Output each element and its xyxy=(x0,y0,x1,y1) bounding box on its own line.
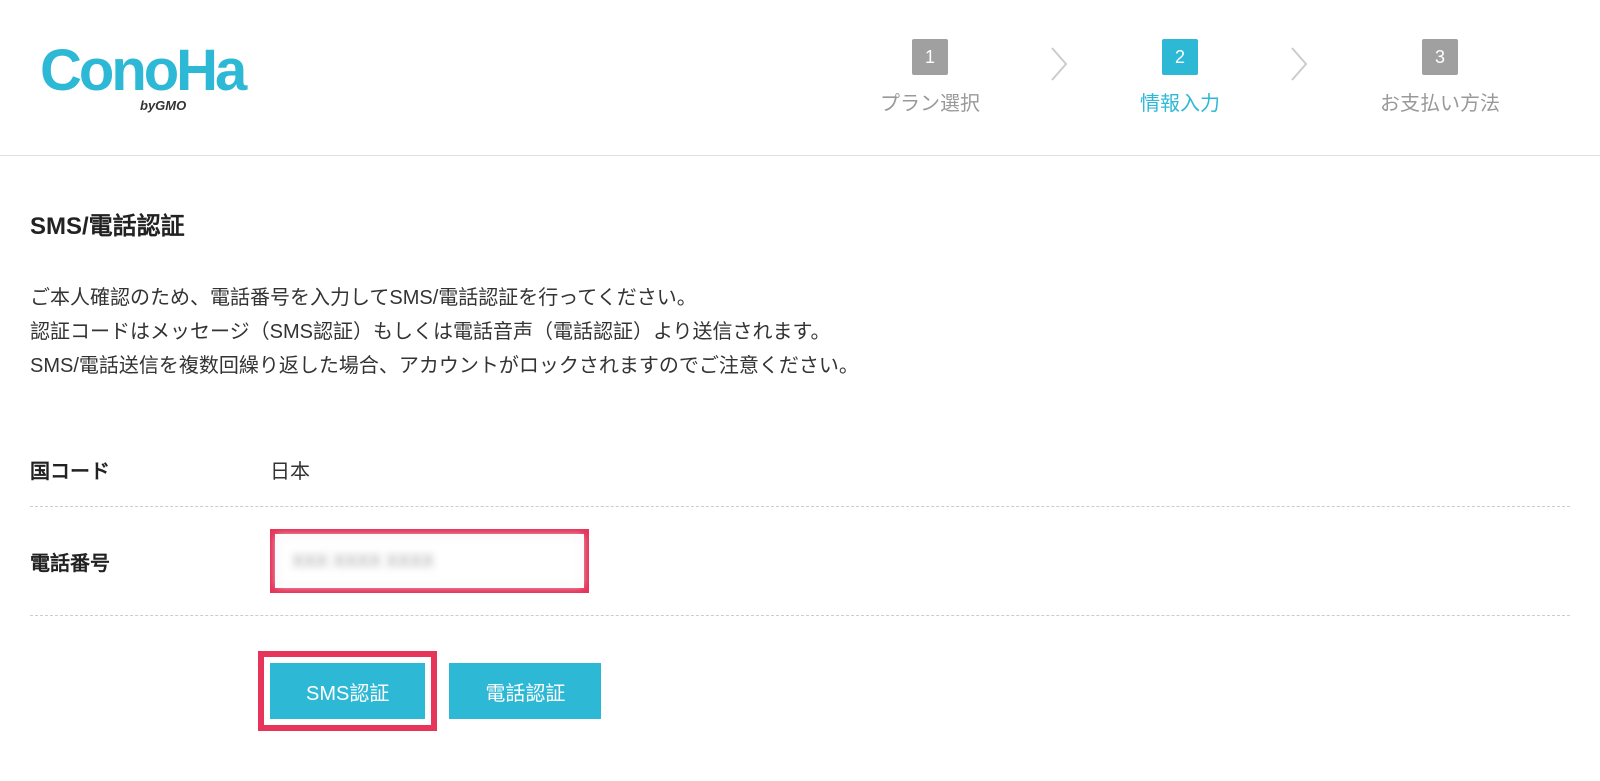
description-line-1: ご本人確認のため、電話番号を入力してSMS/電話認証を行ってください。 xyxy=(30,281,1570,315)
country-code-row: 国コード 日本 xyxy=(30,433,1570,507)
svg-text:byGMO: byGMO xyxy=(140,98,186,113)
country-code-value: 日本 xyxy=(270,455,310,484)
description-line-2: 認証コードはメッセージ（SMS認証）もしくは電話音声（電話認証）より送信されます… xyxy=(30,315,1570,349)
phone-number-row: 電話番号 xyxy=(30,507,1570,616)
svg-text:ConoHa: ConoHa xyxy=(40,38,248,103)
chevron-right-icon xyxy=(1050,46,1070,89)
step-3-number: 3 xyxy=(1422,39,1458,75)
sms-button-highlight: SMS認証 xyxy=(258,651,437,731)
step-2-label: 情報入力 xyxy=(1140,87,1220,116)
auth-buttons: SMS認証 電話認証 xyxy=(270,616,1570,731)
page-title: SMS/電話認証 xyxy=(30,206,1570,241)
main-content: SMS/電話認証 ご本人確認のため、電話番号を入力してSMS/電話認証を行ってく… xyxy=(0,156,1600,781)
sms-auth-button[interactable]: SMS認証 xyxy=(270,663,425,719)
logo[interactable]: ConoHa byGMO xyxy=(40,30,260,125)
page-description: ご本人確認のため、電話番号を入力してSMS/電話認証を行ってください。 認証コー… xyxy=(30,281,1570,383)
step-3-label: お支払い方法 xyxy=(1380,87,1500,116)
step-2: 2 情報入力 xyxy=(1140,39,1220,116)
country-code-label: 国コード xyxy=(30,455,270,484)
step-1: 1 プラン選択 xyxy=(880,39,980,116)
step-1-label: プラン選択 xyxy=(880,87,980,116)
chevron-right-icon xyxy=(1290,46,1310,89)
progress-steps: 1 プラン選択 2 情報入力 3 お支払い方法 xyxy=(880,39,1500,116)
phone-number-input[interactable] xyxy=(277,536,582,586)
phone-number-label: 電話番号 xyxy=(30,547,270,576)
header: ConoHa byGMO 1 プラン選択 2 情報入力 3 お支払い方法 xyxy=(0,0,1600,156)
phone-auth-button[interactable]: 電話認証 xyxy=(449,663,601,719)
phone-input-highlight xyxy=(270,529,589,593)
description-line-3: SMS/電話送信を複数回繰り返した場合、アカウントがロックされますのでご注意くだ… xyxy=(30,349,1570,383)
conoha-logo-icon: ConoHa byGMO xyxy=(40,30,260,120)
step-3: 3 お支払い方法 xyxy=(1380,39,1500,116)
step-1-number: 1 xyxy=(912,39,948,75)
step-2-number: 2 xyxy=(1162,39,1198,75)
